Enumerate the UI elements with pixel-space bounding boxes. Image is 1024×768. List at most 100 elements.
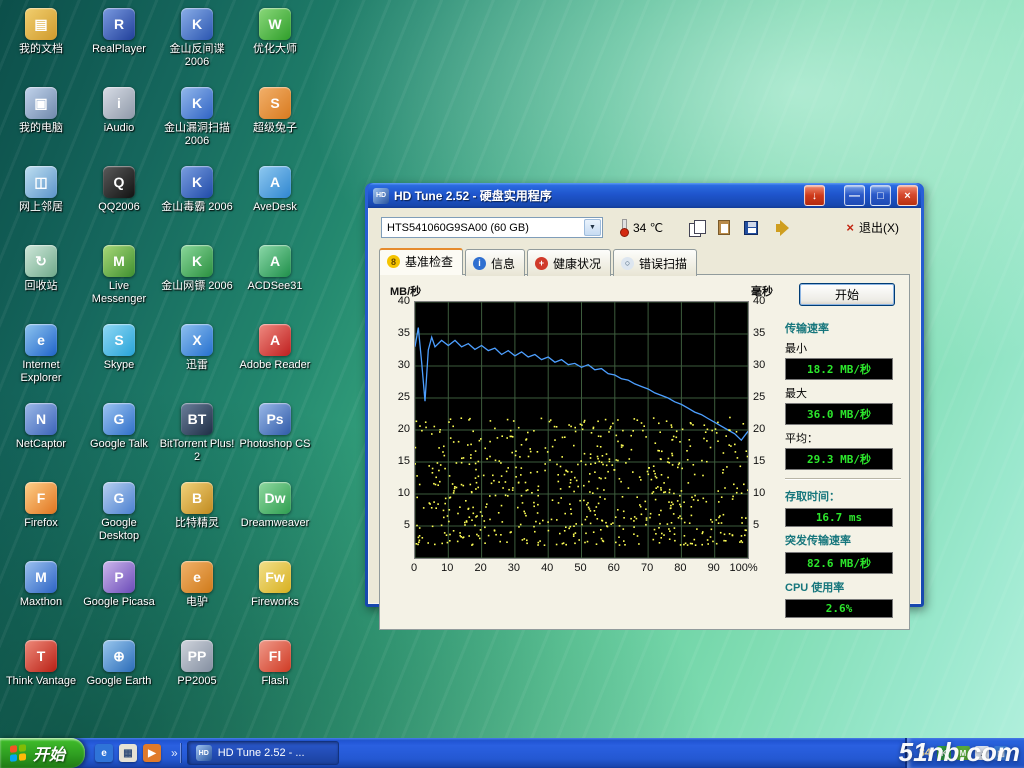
task-button-hdtune[interactable]: HD HD Tune 2.52 - ... [187,741,339,765]
copy-screenshot-icon[interactable] [712,217,736,239]
icon-internet-explorer[interactable]: e Internet Explorer [2,318,80,397]
quick-launch-overflow-chevron[interactable]: » [169,746,180,760]
icon-my-documents[interactable]: ▤ 我的文档 [2,2,80,81]
desktop-icon-image: S [103,324,135,356]
maximize-button[interactable]: □ [870,185,891,206]
desktop-icon-image: A [259,166,291,198]
desktop-icon-image: M [103,245,135,277]
icon-qq2006[interactable]: Q QQ2006 [80,160,158,239]
desktop-icon-image: e [25,324,57,356]
desktop-icon-image: N [25,403,57,435]
desktop-icon-label: iAudio [104,122,135,135]
quick-launch-ie[interactable]: e [95,744,113,762]
quick-launch-show-desktop[interactable]: ▦ [119,744,137,762]
desktop-icon-image: i [103,87,135,119]
tab-error-scan[interactable]: ○ 错误扫描 [613,249,697,276]
axis-headers: MB/秒 毫秒 [388,283,775,301]
icon-recycle-bin[interactable]: ↻ 回收站 [2,239,80,318]
speaker-icon [776,224,781,232]
icon-kingsoft-firewall[interactable]: K 金山网镖 2006 [158,239,236,318]
desktop-icon-label: AveDesk [253,201,297,214]
start-menu-button[interactable]: 开始 [0,738,85,768]
update-button[interactable]: ↓ [804,185,825,206]
icon-emule[interactable]: e 电驴 [158,555,236,634]
icon-kingsoft-antispyware[interactable]: K 金山反间谍 2006 [158,2,236,81]
acoustic-management-icon[interactable] [766,217,790,239]
icon-kingsoft-antivirus[interactable]: K 金山毒霸 2006 [158,160,236,239]
icon-google-talk[interactable]: G Google Talk [80,397,158,476]
quick-launch-media-player[interactable]: ▶ [143,744,161,762]
axis-tick: 35 [398,327,410,339]
chevron-down-icon[interactable]: ▼ [584,219,601,236]
windows-flag-icon [10,744,26,762]
desktop-icon-image: G [103,403,135,435]
desktop-icon-image: W [259,8,291,40]
start-button[interactable]: 开始 [799,283,895,306]
desktop-icon-label: QQ2006 [98,201,140,214]
tab-icon: 8 [387,255,400,268]
icon-netcaptor[interactable]: N NetCaptor [2,397,80,476]
icon-maxthon[interactable]: M Maxthon [2,555,80,634]
icon-my-computer[interactable]: ▣ 我的电脑 [2,81,80,160]
desktop-icon-label: ACDSee31 [247,280,302,293]
icon-super-rabbit[interactable]: S 超级兔子 [236,81,314,160]
icon-firefox[interactable]: F Firefox [2,476,80,555]
tab-label: 健康状况 [553,255,601,272]
cpu-usage-label: CPU 使用率 [785,579,903,595]
desktop-icon-label: 优化大师 [253,43,297,56]
desktop-icon-label: Photoshop CS [240,438,311,451]
axis-tick: 10 [441,562,453,574]
icon-network-places[interactable]: ◫ 网上邻居 [2,160,80,239]
icon-fireworks[interactable]: Fw Fireworks [236,555,314,634]
window-body: HTS541060G9SA00 (60 GB) ▼ 34 ℃ × 退出(X) 8 [368,208,921,604]
exit-button[interactable]: × 退出(X) [835,216,910,239]
minimize-button[interactable]: — [844,185,865,206]
icon-google-earth[interactable]: ⊕ Google Earth [80,634,158,713]
desktop-icon-label: Google Picasa [83,596,155,609]
desktop-icon-image: BT [181,403,213,435]
avg-label: 平均： [785,430,903,446]
quick-launch: e ▦ ▶ [85,744,169,762]
icon-google-picasa[interactable]: P Google Picasa [80,555,158,634]
titlebar[interactable]: HD HD Tune 2.52 - 硬盘实用程序 ↓ — □ × [368,183,921,208]
icon-photoshop-cs[interactable]: Ps Photoshop CS [236,397,314,476]
axis-tick: 40 [398,295,410,307]
copy-text-icon[interactable] [685,217,709,239]
icon-acdsee[interactable]: A ACDSee31 [236,239,314,318]
clipboard-icon [718,220,730,235]
close-button[interactable]: × [897,185,918,206]
icon-bittorrent-plus[interactable]: BT BitTorrent Plus! 2 [158,397,236,476]
icon-think-vantage[interactable]: T Think Vantage [2,634,80,713]
desktop-icon-image: B [181,482,213,514]
desktop-icon-image: A [259,324,291,356]
icon-thunder[interactable]: X 迅雷 [158,318,236,397]
save-screenshot-icon[interactable] [739,217,763,239]
icon-flash[interactable]: Fl Flash [236,634,314,713]
tab-info[interactable]: i 信息 [465,249,525,276]
icon-realplayer[interactable]: R RealPlayer [80,2,158,81]
icon-live-messenger[interactable]: M Live Messenger [80,239,158,318]
axis-tick: 30 [398,359,410,371]
taskbar: 开始 e ▦ ▶ » HD HD Tune 2.52 - ... 34 K M … [0,738,1024,768]
icon-pp2005[interactable]: PP PP2005 [158,634,236,713]
icon-avedesk[interactable]: A AveDesk [236,160,314,239]
access-time-value: 16.7 ms [785,508,893,527]
icon-bitspirit[interactable]: B 比特精灵 [158,476,236,555]
icon-google-desktop[interactable]: G Google Desktop [80,476,158,555]
desktop-icon-label: 金山毒霸 2006 [161,201,233,214]
exit-label: 退出(X) [859,219,899,236]
icon-dreamweaver[interactable]: Dw Dreamweaver [236,476,314,555]
icon-adobe-reader[interactable]: A Adobe Reader [236,318,314,397]
icon-iaudio[interactable]: i iAudio [80,81,158,160]
tab-benchmark[interactable]: 8 基准检查 [379,248,463,275]
icon-skype[interactable]: S Skype [80,318,158,397]
tab-health[interactable]: + 健康状况 [527,249,611,276]
desktop-icon-label: 我的文档 [19,43,63,56]
drive-select[interactable]: HTS541060G9SA00 (60 GB) ▼ [381,217,603,238]
desktop-icon-label: Skype [104,359,135,372]
icon-kingsoft-vulnscan[interactable]: K 金山漏洞扫描 2006 [158,81,236,160]
desktop-icon-label: 比特精灵 [175,517,219,530]
icon-wopti[interactable]: W 优化大师 [236,2,314,81]
avg-value: 29.3 MB/秒 [785,448,893,470]
desktop-icon-label: Internet Explorer [3,359,79,384]
